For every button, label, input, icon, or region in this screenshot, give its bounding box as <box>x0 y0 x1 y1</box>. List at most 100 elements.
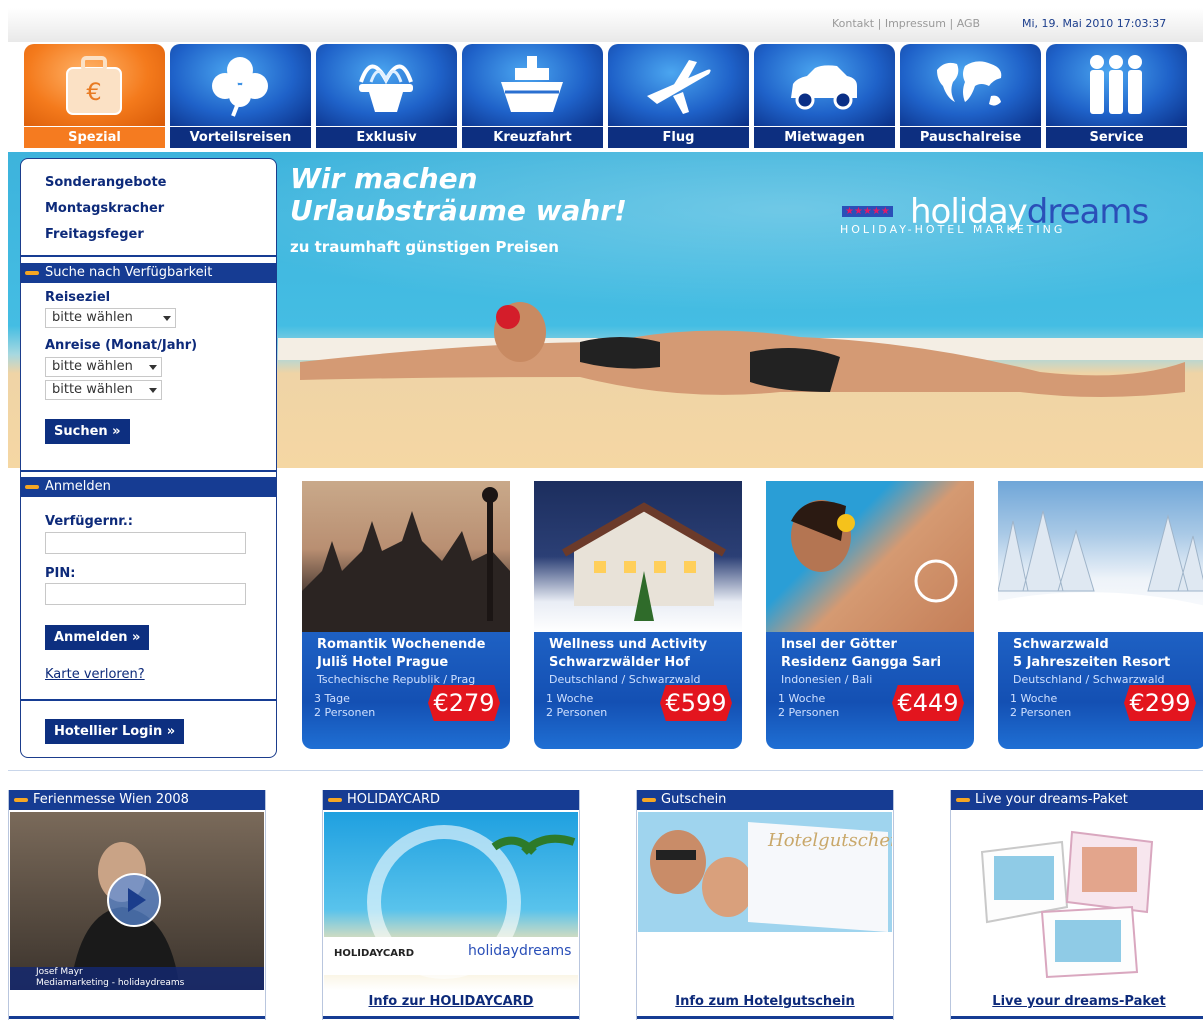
user-number-field[interactable] <box>45 532 246 554</box>
holidaycard-image[interactable]: HOLIDAYCARD holidaydreams <box>324 812 578 990</box>
hotelier-login-button[interactable]: Hotellier Login » <box>45 719 185 744</box>
tab-label: Vorteilsreisen <box>170 127 311 148</box>
arrival-month-select[interactable]: bitte wählen <box>45 357 162 377</box>
hero-slogan-line1: Wir machen <box>290 162 478 195</box>
tab-spezial[interactable]: € Spezial <box>24 44 165 148</box>
snowy-forest-image <box>998 510 1203 632</box>
package-image[interactable] <box>952 812 1203 990</box>
card-text-holidaydreams: holidaydreams <box>468 943 572 959</box>
arrival-label: Anreise (Monat/Jahr) <box>45 338 198 353</box>
tab-label: Spezial <box>24 127 165 148</box>
utility-links: Kontakt | Impressum | AGB <box>832 17 980 30</box>
current-datetime: Mi, 19. Mai 2010 17:03:37 <box>1022 17 1167 30</box>
offer-hotel: Juliš Hotel Prague <box>317 655 449 670</box>
tab-exklusiv[interactable]: Exklusiv <box>316 44 457 148</box>
box-gutschein: Gutschein Hotelgutschein Info zum Hotelg… <box>636 790 894 1020</box>
offer-price: €599 <box>660 685 732 721</box>
chevron-down-icon <box>163 316 171 321</box>
tab-flug[interactable]: Flug <box>608 44 749 148</box>
offer-hotel: Residenz Gangga Sari <box>781 655 942 670</box>
destination-select[interactable]: bitte wählen <box>45 308 176 328</box>
offer-card-5-jahreszeiten[interactable]: Schwarzwald 5 Jahreszeiten Resort Deutsc… <box>998 481 1203 749</box>
offer-persons: 2 Personen <box>778 706 840 719</box>
box-live-your-dreams: Live your dreams-Paket Live your dreams-… <box>950 790 1203 1020</box>
offer-duration: 1 Woche <box>546 692 594 705</box>
search-button[interactable]: Suchen » <box>45 419 130 444</box>
box-heading: Gutschein <box>637 790 893 810</box>
link-montagskracher[interactable]: Montagskracher <box>45 201 164 216</box>
chevron-down-icon <box>149 365 157 370</box>
offer-location: Deutschland / Schwarzwald <box>549 673 701 686</box>
divider <box>21 470 276 472</box>
offer-info: Schwarzwald 5 Jahreszeiten Resort Deutsc… <box>998 632 1203 749</box>
voucher-info-link[interactable]: Info zum Hotelgutschein <box>637 994 893 1009</box>
pin-field[interactable] <box>45 583 246 605</box>
offer-duration: 1 Woche <box>778 692 826 705</box>
tab-service[interactable]: Service <box>1046 44 1187 148</box>
offer-persons: 2 Personen <box>546 706 608 719</box>
offer-info: Wellness und Activity Schwarzwälder Hof … <box>534 632 742 749</box>
box-holidaycard: HOLIDAYCARD HOLIDAYCARD holidaydreams In… <box>322 790 580 1020</box>
year-select-value: bitte wählen <box>52 382 133 397</box>
box-bottom-bar <box>9 1016 265 1019</box>
offer-location: Indonesien / Bali <box>781 673 873 686</box>
offer-card-bali[interactable]: Insel der Götter Residenz Gangga Sari In… <box>766 481 974 749</box>
voucher-image[interactable]: Hotelgutschein <box>638 812 892 990</box>
box-ferienmesse: Ferienmesse Wien 2008 Josef Mayr Mediama… <box>8 790 266 1020</box>
tab-label: Service <box>1046 127 1187 148</box>
hero-photo <box>300 302 1185 397</box>
prague-skyline-image <box>302 487 510 632</box>
tab-vorteilsreisen[interactable]: Vorteilsreisen <box>170 44 311 148</box>
offer-title: Schwarzwald <box>1013 637 1109 652</box>
box-bottom-bar <box>951 1016 1203 1019</box>
spa-woman-image <box>791 500 958 603</box>
divider <box>21 699 276 701</box>
offer-location: Tschechische Republik / Prag <box>317 673 476 686</box>
box-heading: Live your dreams-Paket <box>951 790 1203 810</box>
terms-link[interactable]: AGB <box>957 17 980 30</box>
offer-card-schwarzwaelder-hof[interactable]: Wellness und Activity Schwarzwälder Hof … <box>534 481 742 749</box>
tab-label: Pauschalreise <box>900 127 1041 148</box>
svg-text:€: € <box>86 78 101 106</box>
offer-photo <box>302 481 510 632</box>
lost-card-link[interactable]: Karte verloren? <box>45 667 145 682</box>
offer-card-prague[interactable]: Romantik Wochenende Juliš Hotel Prague T… <box>302 481 510 749</box>
box-bottom-bar <box>323 1016 579 1019</box>
link-sonderangebote[interactable]: Sonderangebote <box>45 175 167 190</box>
car-icon <box>791 65 857 110</box>
tab-label: Flug <box>608 127 749 148</box>
tab-pauschalreise[interactable]: Pauschalreise <box>900 44 1041 148</box>
login-button[interactable]: Anmelden » <box>45 625 150 650</box>
package-info-link[interactable]: Live your dreams-Paket <box>951 994 1203 1009</box>
offer-persons: 2 Personen <box>314 706 376 719</box>
hero-slogan-line3: zu traumhaft günstigen Preisen <box>290 238 559 256</box>
imprint-link[interactable]: Impressum <box>885 17 946 30</box>
holidaycard-info-link[interactable]: Info zur HOLIDAYCARD <box>323 994 579 1009</box>
video-thumbnail[interactable]: Josef Mayr Mediamarketing - holidaydream… <box>10 812 264 990</box>
arrival-year-select[interactable]: bitte wählen <box>45 380 162 400</box>
divider <box>21 255 276 257</box>
offer-duration: 3 Tage <box>314 692 350 705</box>
section-divider <box>8 770 1203 771</box>
video-caption-name: Josef Mayr <box>36 967 83 977</box>
ship-icon <box>501 56 563 112</box>
offer-photo <box>766 481 974 632</box>
main-navigation: € Spezial Vorteilsreisen Exklusiv Kreuzf… <box>8 44 1203 148</box>
card-text-holidaycard: HOLIDAYCARD <box>334 948 415 959</box>
video-caption-role: Mediamarketing - holidaydreams <box>36 978 185 988</box>
left-sidebar: Sonderangebote Montagskracher Freitagsfe… <box>20 158 277 758</box>
offer-persons: 2 Personen <box>1010 706 1072 719</box>
availability-search-heading: Suche nach Verfügbarkeit <box>21 263 276 283</box>
tab-kreuzfahrt[interactable]: Kreuzfahrt <box>462 44 603 148</box>
hero-slogan-line2: Urlaubsträume wahr! <box>290 194 627 227</box>
play-icon[interactable] <box>106 872 162 928</box>
destination-select-value: bitte wählen <box>52 310 133 325</box>
tab-mietwagen[interactable]: Mietwagen <box>754 44 895 148</box>
brand-logo: holidaydreams ★★★★★ HOLIDAY-HOTEL MARKET… <box>840 192 1149 236</box>
contact-link[interactable]: Kontakt <box>832 17 874 30</box>
chevron-down-icon <box>149 388 157 393</box>
suitcase-euro-icon: € <box>66 56 122 115</box>
link-freitagsfeger[interactable]: Freitagsfeger <box>45 227 144 242</box>
offer-title: Insel der Götter <box>781 637 897 652</box>
offer-info: Insel der Götter Residenz Gangga Sari In… <box>766 632 974 749</box>
